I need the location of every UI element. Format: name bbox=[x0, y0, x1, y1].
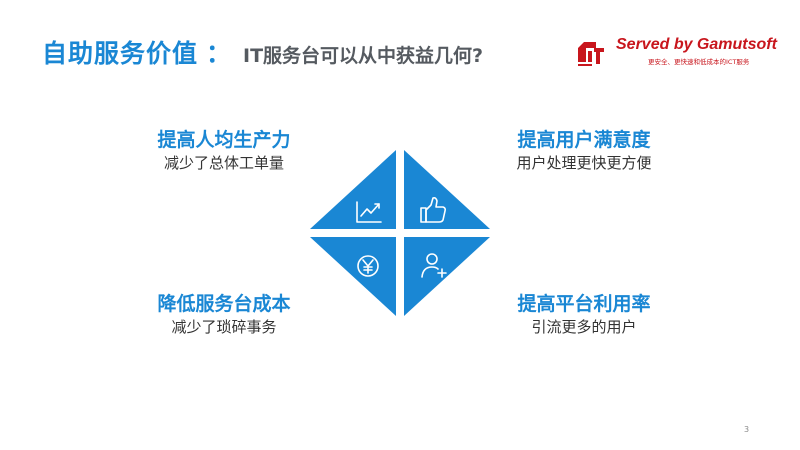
diamond-quadrant-bottom-left bbox=[310, 237, 396, 316]
benefit-top-left: 提高人均生产力 减少了总体工单量 bbox=[114, 128, 334, 174]
gamutsoft-logo-mark bbox=[578, 42, 604, 66]
benefit-description: 减少了琐碎事务 bbox=[171, 318, 277, 336]
benefit-title: 提高用户满意度 bbox=[517, 129, 651, 151]
page-subtitle: IT服务台可以从中获益几何? bbox=[243, 45, 484, 67]
diamond-quadrant-top-right bbox=[404, 150, 490, 229]
logo-tagline: 更安全、更快速和低成本的ICT服务 bbox=[648, 58, 750, 66]
diamond-quadrant-bottom-right bbox=[404, 237, 490, 316]
slide-title: 自助服务价值 ： IT服务台可以从中获益几何? bbox=[42, 34, 483, 70]
benefit-title: 提高人均生产力 bbox=[157, 129, 291, 151]
diamond-quadrant-top-left bbox=[310, 150, 396, 229]
page-number: 3 bbox=[744, 425, 750, 434]
benefit-description: 减少了总体工单量 bbox=[163, 154, 284, 172]
title-separator: ： bbox=[206, 39, 232, 68]
page-title: 自助服务价值 bbox=[42, 39, 199, 68]
benefit-bottom-right: 提高平台利用率 引流更多的用户 bbox=[474, 292, 694, 338]
benefit-description: 引流更多的用户 bbox=[531, 318, 637, 336]
benefit-bottom-left: 降低服务台成本 减少了琐碎事务 bbox=[114, 292, 334, 338]
benefit-title: 降低服务台成本 bbox=[157, 293, 291, 315]
company-logo: Served by Gamutsoft 更安全、更快速和低成本的ICT服务 bbox=[574, 34, 777, 72]
benefit-description: 用户处理更快更方便 bbox=[516, 154, 652, 172]
benefit-title: 提高平台利用率 bbox=[517, 293, 651, 315]
benefit-top-right: 提高用户满意度 用户处理更快更方便 bbox=[474, 128, 694, 174]
logo-brand-text: Served by Gamutsoft bbox=[616, 36, 777, 53]
benefit-diamond-graphic bbox=[310, 150, 490, 316]
